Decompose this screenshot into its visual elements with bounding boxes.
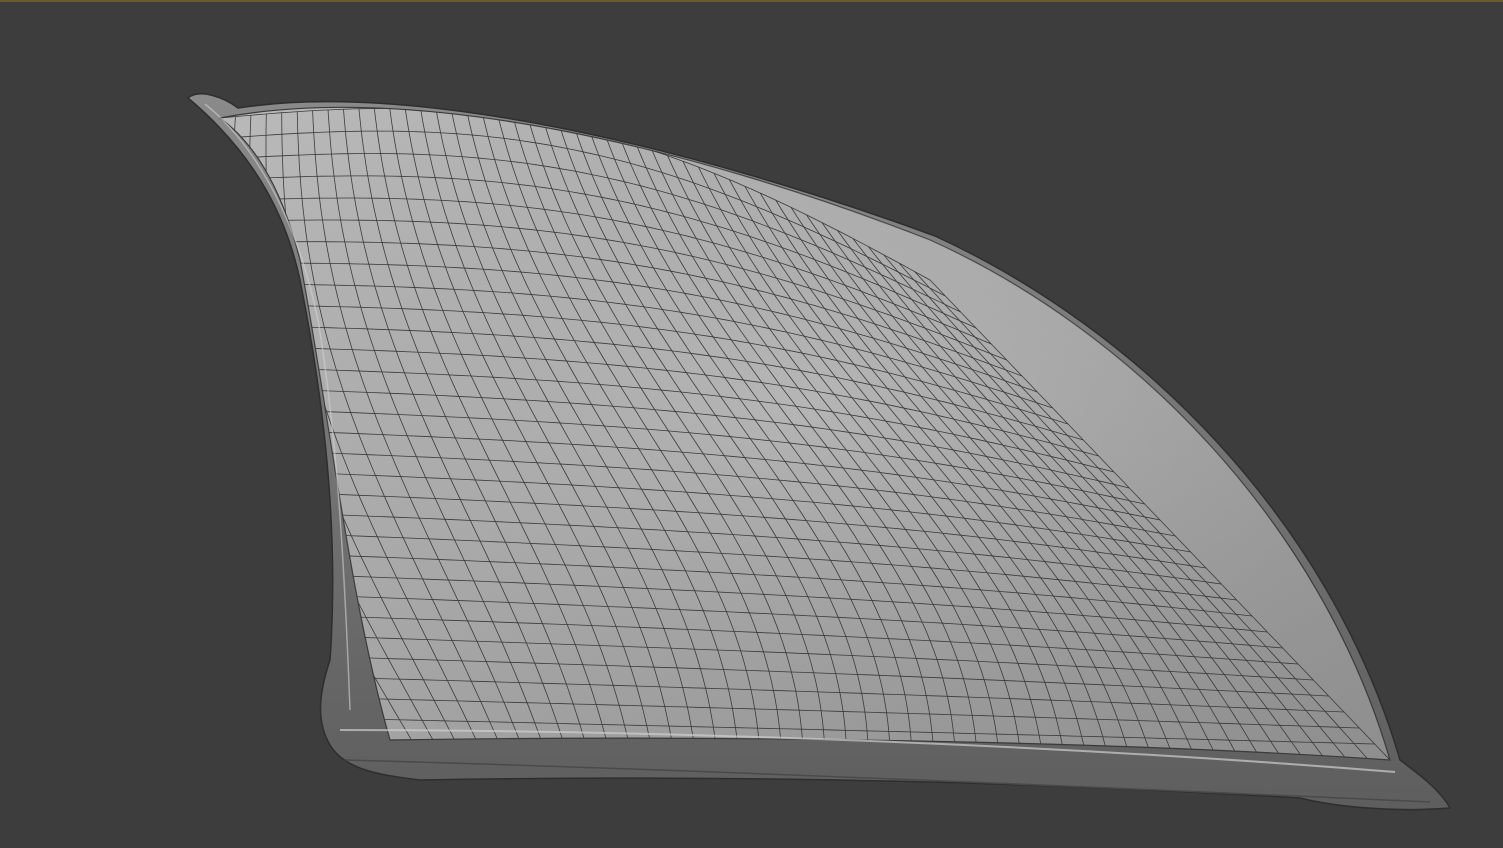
- pillow-mesh[interactable]: [0, 0, 1503, 848]
- 3d-viewport[interactable]: [0, 0, 1503, 848]
